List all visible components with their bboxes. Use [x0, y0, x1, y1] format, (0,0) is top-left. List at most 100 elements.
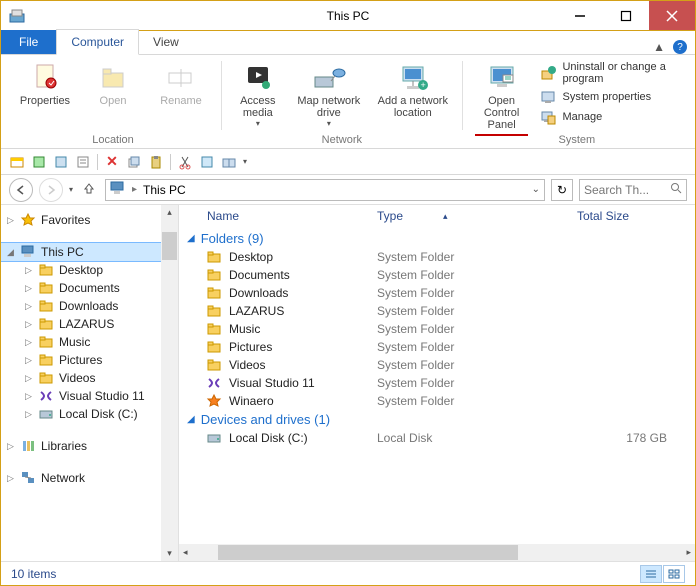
close-button[interactable] — [649, 1, 695, 30]
tab-file[interactable]: File — [1, 30, 56, 54]
tab-computer[interactable]: Computer — [56, 29, 139, 55]
history-dropdown-icon[interactable]: ▾ — [69, 185, 73, 194]
tree-item[interactable]: ▷Downloads — [1, 297, 178, 315]
window-icon — [9, 8, 25, 24]
column-type[interactable]: Type▴ — [377, 209, 577, 223]
list-item[interactable]: MusicSystem Folder — [179, 320, 695, 338]
properties-button[interactable]: Properties — [13, 59, 77, 134]
sort-asc-icon: ▴ — [443, 211, 448, 222]
manage-button[interactable]: Manage — [536, 109, 683, 125]
group-system-label: System — [558, 134, 595, 148]
list-item[interactable]: WinaeroSystem Folder — [179, 392, 695, 410]
rename-icon — [165, 61, 197, 93]
folder-icon — [39, 335, 55, 349]
tree-item[interactable]: ▷Documents — [1, 279, 178, 297]
address-dropdown-icon[interactable]: ⌄ — [532, 184, 540, 195]
chevron-down-icon: ▾ — [256, 119, 260, 128]
group-location-label: Location — [92, 134, 134, 148]
tree-item[interactable]: ▷LAZARUS — [1, 315, 178, 333]
add-network-location-button[interactable]: + Add a network location — [372, 59, 454, 134]
tree-item[interactable]: ▷Desktop — [1, 261, 178, 279]
list-item[interactable]: PicturesSystem Folder — [179, 338, 695, 356]
folder-icon — [207, 322, 223, 336]
properties-icon — [29, 61, 61, 93]
refresh-button[interactable]: ↻ — [551, 179, 573, 201]
open-control-panel-button[interactable]: Open Control Panel — [471, 59, 533, 134]
open-button[interactable]: Open — [81, 59, 145, 134]
open-icon — [97, 61, 129, 93]
vs-icon — [207, 376, 223, 390]
forward-button[interactable] — [39, 178, 63, 202]
control-panel-icon — [486, 61, 518, 93]
qat-icon[interactable] — [9, 154, 25, 170]
search-box[interactable]: Search Th... — [579, 179, 687, 201]
qat-more-icon[interactable]: ▾ — [243, 157, 247, 166]
tree-item[interactable]: ▷Videos — [1, 369, 178, 387]
list-item[interactable]: DownloadsSystem Folder — [179, 284, 695, 302]
icons-view-button[interactable] — [663, 565, 685, 583]
qat-copy-icon[interactable] — [126, 154, 142, 170]
add-location-icon: + — [397, 61, 429, 93]
tree-this-pc[interactable]: ◢ This PC — [1, 243, 178, 261]
minimize-button[interactable] — [557, 1, 603, 30]
address-bar[interactable]: ▸ This PC ⌄ — [105, 179, 545, 201]
folder-icon — [39, 371, 55, 385]
qat-cut-icon[interactable] — [177, 154, 193, 170]
qat-icon[interactable] — [199, 154, 215, 170]
map-drive-icon — [313, 61, 345, 93]
system-properties-button[interactable]: System properties — [536, 89, 683, 105]
maximize-button[interactable] — [603, 1, 649, 30]
search-placeholder: Search Th... — [584, 183, 649, 197]
list-item[interactable]: DesktopSystem Folder — [179, 248, 695, 266]
rename-button[interactable]: Rename — [149, 59, 213, 134]
access-media-button[interactable]: Access media ▾ — [230, 59, 286, 134]
qat-delete-icon[interactable]: ✕ — [104, 154, 120, 170]
tree-item[interactable]: ▷Music — [1, 333, 178, 351]
qat-icon[interactable] — [53, 154, 69, 170]
address-path: This PC — [143, 183, 186, 197]
svg-text:+: + — [420, 80, 425, 90]
qat-icon[interactable] — [31, 154, 47, 170]
column-total-size[interactable]: Total Size — [577, 209, 687, 223]
folder-icon — [39, 263, 55, 277]
status-item-count: 10 items — [11, 567, 56, 581]
tree-item[interactable]: ▷Pictures — [1, 351, 178, 369]
folder-icon — [39, 353, 55, 367]
folder-icon — [39, 299, 55, 313]
tree-item[interactable]: ▷Visual Studio 11 — [1, 387, 178, 405]
list-item[interactable]: Local Disk (C:)Local Disk178 GB — [179, 429, 695, 447]
uninstall-program-button[interactable]: Uninstall or change a program — [536, 61, 683, 85]
folder-icon — [207, 358, 223, 372]
group-folders-header[interactable]: ◢ Folders (9) — [179, 229, 695, 248]
list-item[interactable]: VideosSystem Folder — [179, 356, 695, 374]
uninstall-icon — [540, 65, 556, 81]
details-view-button[interactable] — [640, 565, 662, 583]
group-devices-header[interactable]: ◢ Devices and drives (1) — [179, 410, 695, 429]
map-network-drive-button[interactable]: Map network drive ▾ — [290, 59, 368, 134]
tree-item[interactable]: ▷Local Disk (C:) — [1, 405, 178, 423]
list-item[interactable]: DocumentsSystem Folder — [179, 266, 695, 284]
horizontal-scrollbar[interactable]: ◂ ▸ — [179, 544, 695, 561]
pc-icon — [110, 181, 126, 198]
qat-paste-icon[interactable] — [148, 154, 164, 170]
list-item[interactable]: LAZARUSSystem Folder — [179, 302, 695, 320]
folder-icon — [39, 317, 55, 331]
disk-icon — [39, 407, 55, 421]
tree-network[interactable]: ▷ Network — [1, 469, 178, 487]
qat-icon[interactable] — [75, 154, 91, 170]
access-media-icon — [242, 61, 274, 93]
tree-libraries[interactable]: ▷ Libraries — [1, 437, 178, 455]
folder-icon — [207, 268, 223, 282]
list-item[interactable]: Visual Studio 11System Folder — [179, 374, 695, 392]
back-button[interactable] — [9, 178, 33, 202]
qat-icon[interactable] — [221, 154, 237, 170]
ribbon-collapse-icon[interactable]: ▲ — [653, 40, 665, 54]
star-icon — [207, 394, 223, 408]
tree-favorites[interactable]: ▷ Favorites — [1, 211, 178, 229]
search-icon — [670, 182, 682, 197]
tree-scrollbar[interactable]: ▴ ▾ — [161, 205, 178, 561]
tab-view[interactable]: View — [139, 30, 193, 54]
up-button[interactable] — [79, 181, 99, 198]
help-icon[interactable]: ? — [673, 40, 687, 54]
column-name[interactable]: Name — [207, 209, 377, 223]
